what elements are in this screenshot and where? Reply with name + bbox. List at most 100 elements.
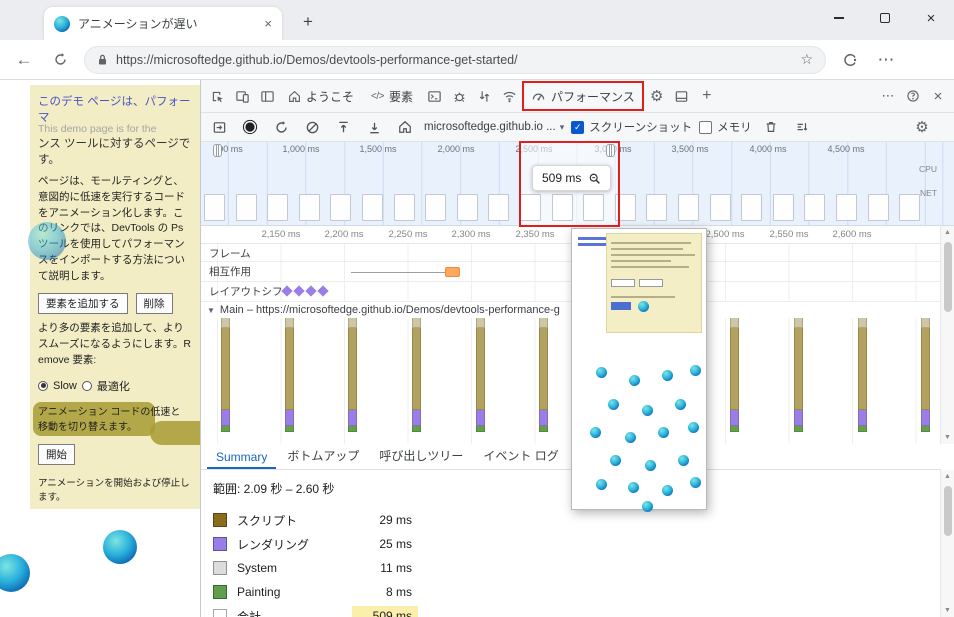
filmstrip-thumbnail[interactable] — [678, 194, 699, 221]
filmstrip-thumbnail[interactable] — [772, 194, 794, 221]
add-panel-icon[interactable]: + — [695, 84, 719, 108]
filmstrip-thumbnail[interactable] — [614, 194, 636, 221]
interaction-bar[interactable] — [445, 267, 460, 277]
start-button[interactable]: 開始 — [38, 443, 75, 465]
filmstrip-thumbnail[interactable] — [520, 194, 541, 221]
layout-shift-marker[interactable] — [317, 285, 329, 297]
filmstrip-thumbnail[interactable] — [583, 194, 605, 221]
network-icon[interactable] — [472, 84, 496, 108]
filmstrip-thumbnail[interactable] — [425, 194, 447, 221]
back-icon[interactable]: ← — [12, 48, 36, 72]
tab-event-log[interactable]: イベント ログ — [474, 443, 567, 469]
summary-scrollbar[interactable]: ▲ ▼ — [940, 470, 954, 617]
import-profile-icon[interactable] — [207, 115, 231, 139]
feedback-icon[interactable] — [901, 84, 925, 108]
console-icon[interactable] — [422, 84, 446, 108]
flame-activity-bar[interactable] — [221, 318, 230, 432]
flame-activity-bar[interactable] — [539, 318, 548, 432]
screenshots-checkbox[interactable]: ✓ スクリーンショット — [571, 119, 692, 135]
layout-shift-marker[interactable] — [293, 285, 305, 297]
favorite-star-icon[interactable]: ☆ — [800, 51, 813, 68]
scroll-down-icon[interactable]: ▼ — [941, 434, 954, 441]
filmstrip-thumbnail[interactable] — [551, 194, 573, 221]
tab-close-icon[interactable]: × — [264, 16, 272, 31]
memory-checkbox[interactable]: メモリ — [699, 119, 752, 135]
filmstrip-thumbnail[interactable] — [867, 194, 889, 221]
flame-activity-bar[interactable] — [285, 318, 294, 432]
scroll-down-icon[interactable]: ▼ — [941, 607, 954, 614]
optimized-radio[interactable] — [81, 380, 92, 391]
minimize-button[interactable] — [816, 0, 862, 36]
page-selector[interactable]: microsoftedge.github.io ... ▾ — [424, 121, 564, 133]
filmstrip-thumbnail[interactable] — [330, 194, 352, 221]
tab-bottom-up[interactable]: ボトムアップ — [278, 443, 368, 469]
flame-activity-bar[interactable] — [794, 318, 803, 432]
scrollbar-thumb[interactable] — [944, 486, 952, 536]
record-icon[interactable] — [238, 115, 262, 139]
filmstrip-thumbnail[interactable] — [235, 194, 257, 221]
flame-activity-bar[interactable] — [476, 318, 485, 432]
flame-activity-bar[interactable] — [730, 318, 739, 432]
tab-elements[interactable]: </> 要素 — [363, 80, 421, 112]
settings-gear-icon[interactable]: ⚙ — [645, 84, 669, 108]
tab-call-tree[interactable]: 呼び出しツリー — [370, 443, 472, 469]
wifi-icon[interactable] — [497, 84, 521, 108]
filmstrip-thumbnail[interactable] — [899, 194, 921, 221]
filmstrip-thumbnail[interactable] — [709, 194, 731, 221]
scrollbar-thumb[interactable] — [944, 242, 952, 312]
browser-essentials-icon[interactable] — [838, 48, 862, 72]
close-devtools-icon[interactable]: × — [926, 84, 950, 108]
maximize-button[interactable] — [862, 0, 908, 36]
home-nav-icon[interactable] — [393, 115, 417, 139]
add-elements-button[interactable]: 要素を追加する — [38, 293, 128, 315]
flame-activity-bar[interactable] — [858, 318, 867, 432]
flame-activity-bar[interactable] — [921, 318, 930, 432]
browser-tab[interactable]: アニメーションが遅い × — [44, 7, 282, 40]
save-profile-icon[interactable] — [362, 115, 386, 139]
filmstrip-thumbnail[interactable] — [646, 194, 668, 221]
filmstrip-thumbnail[interactable] — [362, 194, 383, 221]
load-profile-icon[interactable] — [331, 115, 355, 139]
filmstrip-thumbnail[interactable] — [393, 194, 415, 221]
url-field[interactable]: https://microsoftedge.github.io/Demos/de… — [84, 45, 826, 74]
filmstrip-thumbnail[interactable] — [204, 194, 225, 221]
more-options-icon[interactable]: ⋯ — [876, 84, 900, 108]
layout-shift-marker[interactable] — [305, 285, 317, 297]
collapse-icon[interactable] — [790, 115, 814, 139]
filmstrip-thumbnail[interactable] — [741, 194, 763, 221]
flame-activity-bar[interactable] — [348, 318, 357, 432]
settings-menu-icon[interactable]: ⋯ — [874, 48, 898, 72]
inspect-icon[interactable] — [205, 84, 229, 108]
filmstrip-thumbnail[interactable] — [456, 194, 478, 221]
filmstrip-thumbnail[interactable] — [804, 194, 826, 221]
trash-icon[interactable] — [759, 115, 783, 139]
filmstrip-thumbnail[interactable] — [267, 194, 289, 221]
disclosure-triangle-icon[interactable]: ▼ — [207, 306, 215, 315]
perf-settings-gear-icon[interactable]: ⚙ — [910, 115, 934, 139]
reload-record-icon[interactable] — [269, 115, 293, 139]
timeline-overview[interactable]: 500 ms1,000 ms1,500 ms2,000 ms2,500 ms3,… — [201, 141, 954, 227]
ruler-tick-label: 2,550 ms — [769, 229, 809, 240]
new-tab-button[interactable]: + — [296, 11, 320, 35]
filmstrip-thumbnail[interactable] — [298, 194, 320, 221]
tab-welcome[interactable]: ようこそ — [280, 80, 362, 112]
timeline-scrollbar[interactable]: ▲ ▼ — [940, 226, 954, 444]
dock-side-icon[interactable] — [670, 84, 694, 108]
tab-summary[interactable]: Summary — [207, 446, 277, 469]
clear-icon[interactable] — [300, 115, 324, 139]
filmstrip-thumbnail[interactable] — [488, 194, 510, 221]
close-button[interactable]: × — [908, 0, 954, 36]
scroll-up-icon[interactable]: ▲ — [941, 229, 954, 236]
scroll-up-icon[interactable]: ▲ — [941, 473, 954, 480]
device-toolbar-icon[interactable] — [230, 84, 254, 108]
flame-activity-bar[interactable] — [412, 318, 421, 432]
remove-elements-button[interactable]: 削除 — [135, 293, 173, 315]
slow-radio[interactable] — [38, 380, 48, 391]
overview-handle-right[interactable] — [606, 144, 615, 157]
refresh-icon[interactable] — [48, 48, 72, 72]
debugger-icon[interactable] — [447, 84, 471, 108]
filmstrip-thumbnail[interactable] — [836, 194, 857, 221]
activity-bar-icon[interactable] — [255, 84, 279, 108]
overview-handle-left[interactable] — [213, 144, 222, 157]
tab-performance[interactable]: パフォーマンス — [522, 81, 644, 111]
